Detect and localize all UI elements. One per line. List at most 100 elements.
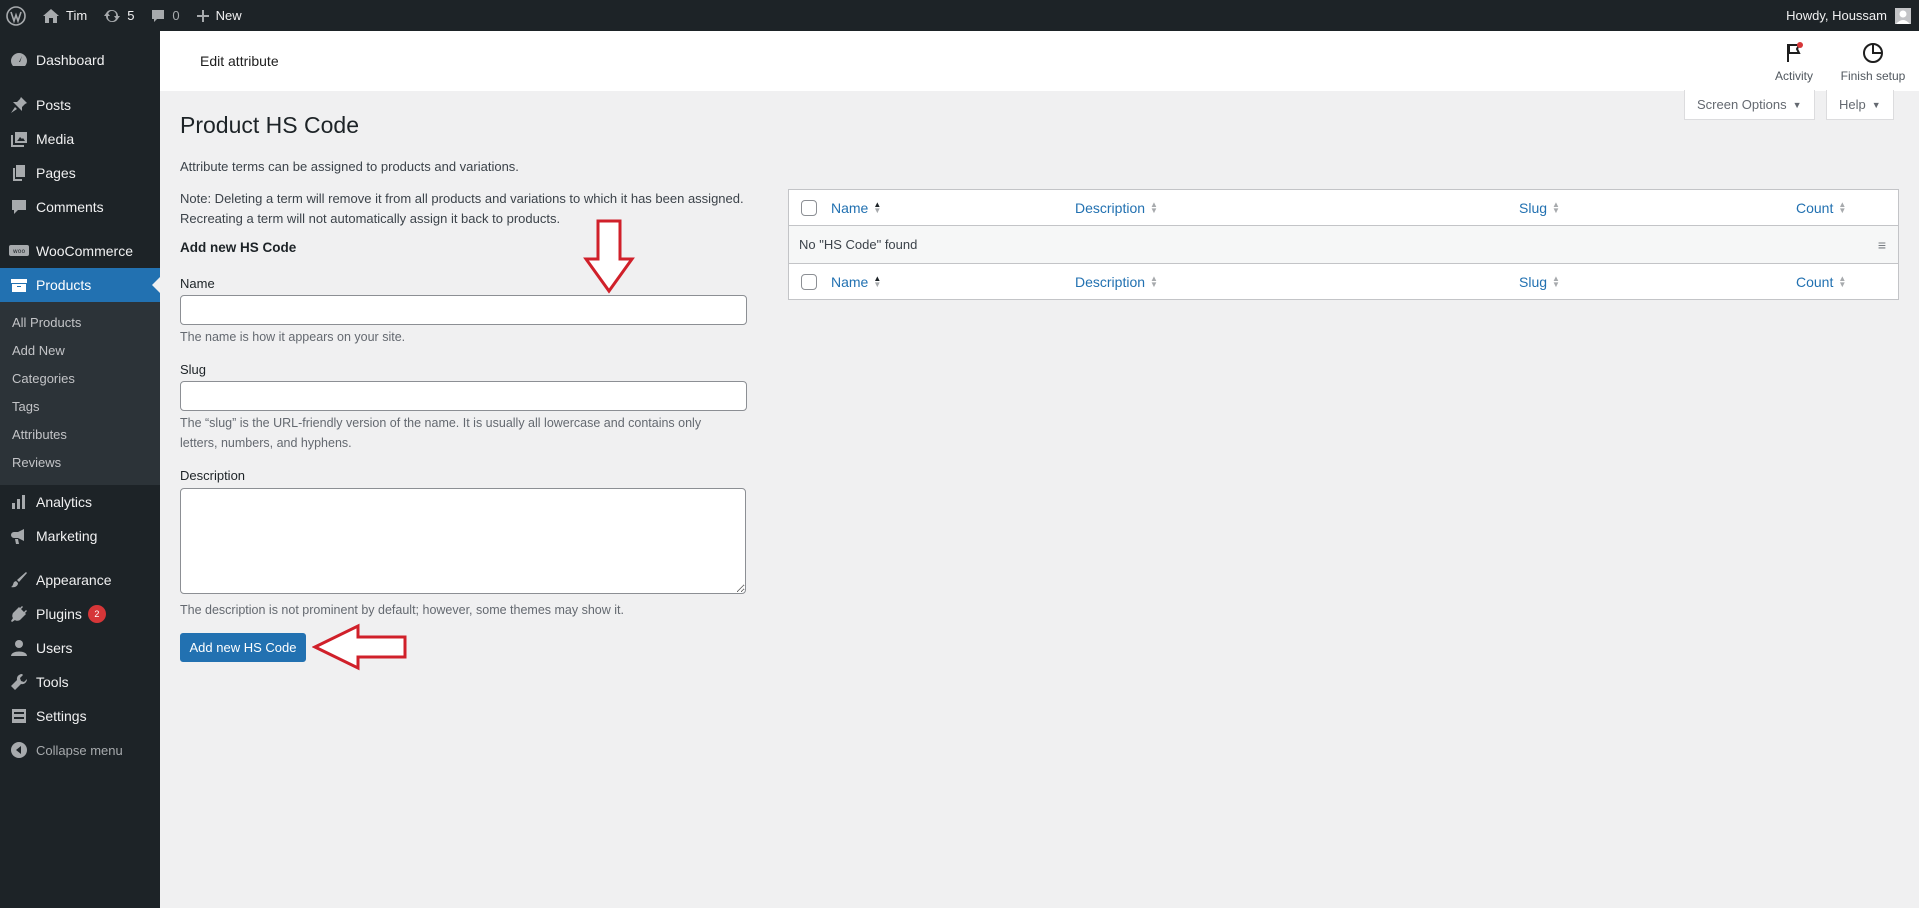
select-all-checkbox-footer[interactable]	[801, 273, 817, 290]
sidebar-item-label: WooCommerce	[36, 243, 133, 259]
flag-icon	[1787, 42, 1803, 62]
sidebar-item-label: Tools	[36, 674, 69, 690]
description-textarea[interactable]	[180, 488, 746, 594]
column-name-footer[interactable]: Name ▲ ▼	[831, 274, 881, 290]
column-name-label: Name	[831, 273, 869, 290]
products-submenu: All Products Add New Categories Tags Att…	[0, 302, 160, 485]
column-description-footer[interactable]: Description ▲ ▼	[1075, 274, 1158, 290]
add-new-hs-code-button[interactable]: Add new HS Code	[180, 633, 306, 662]
sidebar-item-marketing[interactable]: Marketing	[0, 519, 160, 553]
comment-icon	[152, 9, 165, 22]
column-toggle-icon[interactable]: ≡	[1878, 237, 1886, 253]
annotation-arrow-left	[312, 623, 407, 671]
comments-link[interactable]: 0	[142, 0, 187, 31]
woo-icon: woo	[9, 241, 29, 261]
submenu-add-new[interactable]: Add New	[0, 337, 160, 365]
column-slug-footer[interactable]: Slug ▲ ▼	[1519, 274, 1560, 290]
sidebar-item-appearance[interactable]: Appearance	[0, 563, 160, 597]
howdy-user[interactable]: Howdy, Houssam	[1786, 8, 1887, 23]
slug-label: Slug	[180, 362, 207, 377]
updates-icon	[104, 9, 121, 22]
slug-input[interactable]	[180, 381, 747, 411]
megaphone-icon	[9, 526, 29, 546]
caret-down-icon: ▼	[1871, 99, 1881, 110]
sidebar-item-settings[interactable]: Settings	[0, 699, 160, 733]
brush-icon	[9, 570, 29, 590]
sidebar-item-users[interactable]: Users	[0, 631, 160, 665]
sidebar-item-media[interactable]: Media	[0, 122, 160, 156]
activity-button[interactable]: Activity	[1756, 41, 1832, 83]
select-all-checkbox[interactable]	[801, 199, 817, 216]
description-label: Description	[180, 468, 246, 483]
sidebar-item-woocommerce[interactable]: woo WooCommerce	[0, 234, 160, 268]
sort-icon: ▲ ▼	[1838, 273, 1847, 289]
user-icon	[9, 638, 29, 658]
intro-text: Attribute terms can be assigned to produ…	[180, 159, 519, 174]
description-help: The description is not prominent by defa…	[180, 603, 624, 617]
column-count[interactable]: Count ▲ ▼	[1796, 200, 1846, 216]
sidebar-item-products[interactable]: Products	[0, 268, 160, 302]
empty-message: No "HS Code" found	[799, 237, 918, 252]
submenu-attributes[interactable]: Attributes	[0, 421, 160, 449]
name-help: The name is how it appears on your site.	[180, 330, 406, 344]
help-button[interactable]: Help ▼	[1826, 90, 1894, 120]
sidebar-item-plugins[interactable]: Plugins 2	[0, 597, 160, 631]
sidebar-item-analytics[interactable]: Analytics	[0, 485, 160, 519]
submenu-all-products[interactable]: All Products	[0, 309, 160, 337]
column-name[interactable]: Name ▲ ▼	[831, 200, 881, 216]
pages-icon	[9, 163, 29, 183]
column-count-footer[interactable]: Count ▲ ▼	[1796, 274, 1846, 290]
sidebar-item-label: Plugins	[36, 606, 82, 622]
analytics-icon	[9, 492, 29, 512]
annotation-arrow-down	[583, 219, 635, 294]
slug-help-line-2: letters, numbers, and hyphens.	[180, 436, 352, 450]
column-count-label: Count	[1796, 199, 1834, 216]
column-description-label: Description	[1075, 199, 1146, 216]
submenu-tags[interactable]: Tags	[0, 393, 160, 421]
new-label: New	[215, 8, 242, 23]
sidebar-item-pages[interactable]: Pages	[0, 156, 160, 190]
note-line-2: Recreating a term will not automatically…	[180, 211, 561, 226]
submenu-categories[interactable]: Categories	[0, 365, 160, 393]
home-icon	[43, 8, 59, 23]
sidebar-item-label: Users	[36, 640, 73, 656]
woocommerce-header: Edit attribute Activity Finish setup	[160, 31, 1919, 91]
name-input[interactable]	[180, 295, 747, 325]
sidebar-item-label: Comments	[36, 199, 104, 215]
screen-options-button[interactable]: Screen Options ▼	[1684, 90, 1815, 120]
media-icon	[9, 129, 29, 149]
form-heading: Add new HS Code	[180, 240, 297, 255]
column-slug[interactable]: Slug ▲ ▼	[1519, 200, 1560, 216]
activity-label: Activity	[1774, 69, 1813, 83]
sort-icon: ▲ ▼	[1838, 199, 1847, 215]
dashboard-icon	[9, 50, 29, 70]
sidebar-item-posts[interactable]: Posts	[0, 88, 160, 122]
new-content-link[interactable]: New	[188, 0, 250, 31]
comments-icon	[9, 197, 29, 217]
caret-down-icon: ▼	[1792, 99, 1802, 110]
comments-count: 0	[172, 8, 180, 23]
sidebar-item-dashboard[interactable]: Dashboard	[0, 42, 160, 78]
svg-text:woo: woo	[13, 248, 26, 255]
progress-ring-icon	[1863, 43, 1883, 63]
collapse-menu-button[interactable]: Collapse menu	[0, 733, 160, 767]
finish-setup-button[interactable]: Finish setup	[1835, 41, 1911, 83]
collapse-icon	[9, 740, 29, 760]
help-label: Help	[1839, 97, 1866, 112]
sort-icon: ▲ ▼	[1552, 199, 1560, 215]
column-slug-label: Slug	[1519, 273, 1548, 290]
table-footer-row: Name ▲ ▼ Description ▲ ▼ Slug ▲ ▼ Count ▲ ▼	[789, 263, 1898, 299]
wordpress-logo-icon[interactable]	[0, 0, 34, 31]
updates-link[interactable]: 5	[95, 0, 142, 31]
site-name-link[interactable]: Tim	[34, 0, 95, 31]
name-label: Name	[180, 276, 215, 291]
sidebar-item-comments[interactable]: Comments	[0, 190, 160, 224]
avatar[interactable]	[1895, 7, 1911, 24]
sidebar-item-label: Posts	[36, 97, 72, 113]
sidebar-item-label: Dashboard	[36, 52, 105, 68]
table-header-row: Name ▲ ▼ Description ▲ ▼ Slug ▲ ▼ Count ▲ ▼	[789, 190, 1898, 226]
sidebar-item-tools[interactable]: Tools	[0, 665, 160, 699]
column-description[interactable]: Description ▲ ▼	[1075, 200, 1158, 216]
sidebar-item-label: Marketing	[36, 528, 98, 544]
submenu-reviews[interactable]: Reviews	[0, 449, 160, 477]
